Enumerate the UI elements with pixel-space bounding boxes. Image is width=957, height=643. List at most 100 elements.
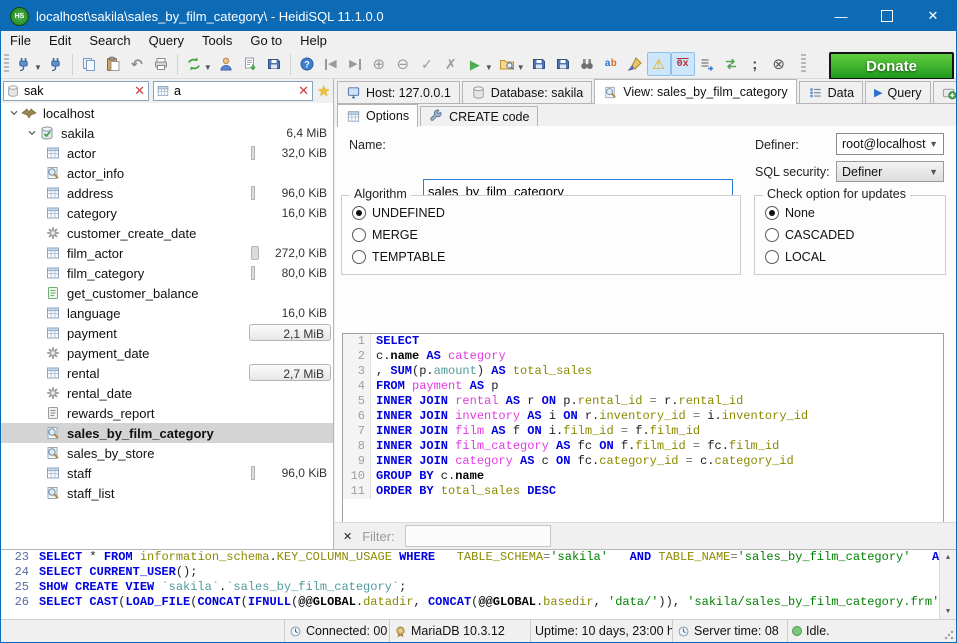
- radio-merge-control[interactable]: [352, 228, 366, 242]
- table-filter-input[interactable]: [172, 83, 295, 99]
- tree-item-get_customer_balance[interactable]: get_customer_balance: [1, 283, 333, 303]
- menu-goto[interactable]: Go to: [241, 31, 291, 50]
- minimize-button[interactable]: —: [818, 1, 864, 31]
- chevron-down-icon[interactable]: [7, 106, 21, 120]
- tree-item-actor_info[interactable]: actor_info: [1, 163, 333, 183]
- menu-file[interactable]: File: [1, 31, 40, 50]
- definer-dropdown-icon[interactable]: ▼: [929, 139, 943, 149]
- donate-button[interactable]: Donate: [829, 52, 954, 80]
- tree-item-sakila[interactable]: sakila6,4 MiB: [1, 123, 333, 143]
- sql-security-dropdown-icon[interactable]: ▼: [929, 167, 943, 177]
- menu-query[interactable]: Query: [140, 31, 193, 50]
- radio-local[interactable]: LOCAL: [765, 250, 826, 264]
- stop-query-button[interactable]: ⊗: [767, 52, 791, 76]
- clear-table-filter-icon[interactable]: ✕: [298, 83, 309, 99]
- definer-combobox[interactable]: root@localhost▼: [836, 133, 944, 155]
- menu-tools[interactable]: Tools: [193, 31, 241, 50]
- radio-undefined[interactable]: UNDEFINED: [352, 206, 445, 220]
- session-manager-button[interactable]: [12, 52, 36, 76]
- load-file-dropdown-caret[interactable]: ▼: [517, 63, 525, 72]
- disconnect-button[interactable]: [44, 52, 68, 76]
- save-sync-button[interactable]: [262, 52, 286, 76]
- radio-merge[interactable]: MERGE: [352, 228, 418, 242]
- cancel-editing-button[interactable]: ✗: [439, 52, 463, 76]
- database-filter-input[interactable]: [22, 83, 131, 99]
- radio-local-control[interactable]: [765, 250, 779, 264]
- session-dropdown-caret[interactable]: ▼: [34, 63, 42, 72]
- tree-item-payment[interactable]: payment2,1 MiB: [1, 323, 333, 343]
- resize-grip[interactable]: [944, 630, 954, 640]
- tab-data[interactable]: Data: [799, 81, 863, 103]
- radio-undefined-control[interactable]: [352, 206, 366, 220]
- tab-database[interactable]: Database: sakila: [462, 81, 592, 103]
- radio-cascaded[interactable]: CASCADED: [765, 228, 854, 242]
- scroll-up-icon[interactable]: ▲: [940, 550, 956, 565]
- delimiter-button[interactable]: ;: [743, 52, 767, 76]
- tree-item-sales_by_store[interactable]: sales_by_store: [1, 443, 333, 463]
- tab-view[interactable]: View: sales_by_film_category: [594, 79, 796, 104]
- find-text-button[interactable]: [575, 52, 599, 76]
- tab-options[interactable]: Options: [337, 104, 418, 127]
- paste-button[interactable]: [101, 52, 125, 76]
- view-as-hex-toggle[interactable]: 0x: [671, 52, 695, 76]
- refresh-dropdown-caret[interactable]: ▼: [204, 63, 212, 72]
- last-record-button[interactable]: ▶: [343, 52, 367, 76]
- export-rows-button[interactable]: [238, 52, 262, 76]
- radio-none-control[interactable]: [765, 206, 779, 220]
- radio-temptable[interactable]: TEMPTABLE: [352, 250, 445, 264]
- filter-input[interactable]: [405, 525, 551, 547]
- help-button[interactable]: [295, 52, 319, 76]
- tree-item-rental_date[interactable]: rental_date: [1, 383, 333, 403]
- tree-item-sales_by_film_category[interactable]: sales_by_film_category: [1, 423, 333, 443]
- post-changes-button[interactable]: ✓: [415, 52, 439, 76]
- tree-item-staff[interactable]: staff96,0 KiB: [1, 463, 333, 483]
- delete-record-button[interactable]: ⊖: [391, 52, 415, 76]
- tree-item-address[interactable]: address96,0 KiB: [1, 183, 333, 203]
- replace-text-button[interactable]: ab: [599, 52, 623, 76]
- view-select-code-editor[interactable]: 1SELECT2c.name AS category3, SUM(p.amoun…: [342, 333, 944, 534]
- highlight-warning-toggle[interactable]: ⚠: [647, 52, 671, 76]
- menu-search[interactable]: Search: [80, 31, 139, 50]
- chevron-down-icon[interactable]: [25, 126, 39, 140]
- clear-database-filter-icon[interactable]: ✕: [134, 83, 145, 99]
- tree-item-staff_list[interactable]: staff_list: [1, 483, 333, 503]
- tree-item-rewards_report[interactable]: rewards_report: [1, 403, 333, 423]
- print-button[interactable]: [149, 52, 173, 76]
- insert-files-button[interactable]: [695, 52, 719, 76]
- refresh-button[interactable]: [182, 52, 206, 76]
- favorites-star-icon[interactable]: ★: [317, 82, 330, 100]
- add-record-button[interactable]: ⊕: [367, 52, 391, 76]
- tree-item-category[interactable]: category16,0 KiB: [1, 203, 333, 223]
- menu-help[interactable]: Help: [291, 31, 336, 50]
- tree-item-language[interactable]: language16,0 KiB: [1, 303, 333, 323]
- tab-create-code[interactable]: CREATE code: [420, 106, 538, 126]
- tab-query[interactable]: ▶Query: [865, 81, 931, 103]
- tree-item-actor[interactable]: actor32,0 KiB: [1, 143, 333, 163]
- execute-dropdown-caret[interactable]: ▼: [485, 63, 493, 72]
- menu-edit[interactable]: Edit: [40, 31, 80, 50]
- scroll-down-icon[interactable]: ▼: [940, 604, 956, 619]
- copy-button[interactable]: [77, 52, 101, 76]
- filter-close-icon[interactable]: ✕: [343, 530, 352, 543]
- rerun-query-button[interactable]: [719, 52, 743, 76]
- sql-security-dropdown[interactable]: Definer▼: [836, 161, 944, 182]
- tree-item-payment_date[interactable]: payment_date: [1, 343, 333, 363]
- first-record-button[interactable]: ◀: [319, 52, 343, 76]
- radio-temptable-control[interactable]: [352, 250, 366, 264]
- load-sql-file-button[interactable]: [495, 52, 519, 76]
- tree-item-customer_create_date[interactable]: customer_create_date: [1, 223, 333, 243]
- tree-item-rental[interactable]: rental2,7 MiB: [1, 363, 333, 383]
- reformat-sql-button[interactable]: [623, 52, 647, 76]
- tree-item-film_actor[interactable]: film_actor272,0 KiB: [1, 243, 333, 263]
- tab-new-query[interactable]: [933, 81, 957, 103]
- log-scrollbar[interactable]: ▲ ▼: [939, 550, 956, 619]
- undo-button[interactable]: ↶: [125, 52, 149, 76]
- maximize-button[interactable]: [864, 1, 910, 31]
- radio-cascaded-control[interactable]: [765, 228, 779, 242]
- tree-item-film_category[interactable]: film_category80,0 KiB: [1, 263, 333, 283]
- tab-host[interactable]: Host: 127.0.0.1: [337, 81, 460, 103]
- radio-none[interactable]: None: [765, 206, 815, 220]
- save-sql-button[interactable]: [527, 52, 551, 76]
- close-button[interactable]: ✕: [910, 1, 956, 31]
- execute-sql-button[interactable]: ▶: [463, 52, 487, 76]
